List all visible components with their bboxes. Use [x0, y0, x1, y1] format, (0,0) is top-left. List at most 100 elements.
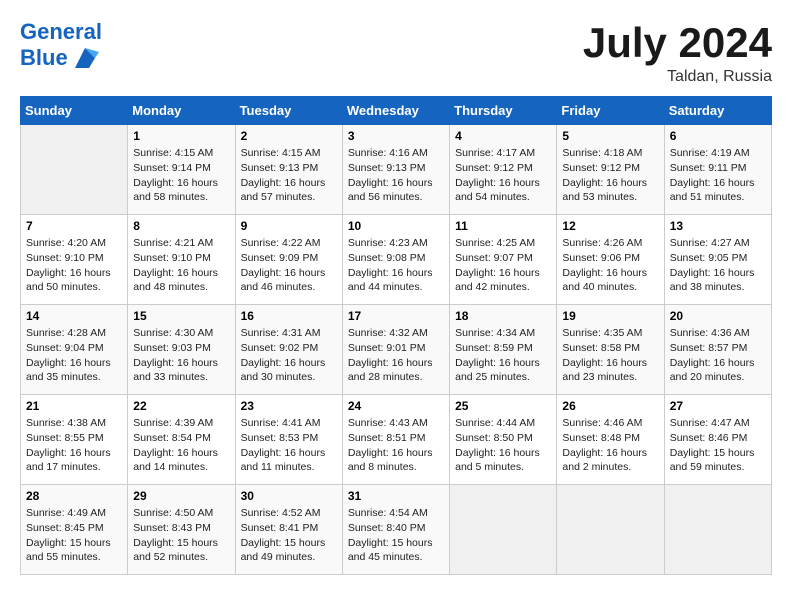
day-info: Sunrise: 4:44 AMSunset: 8:50 PMDaylight:…	[455, 416, 551, 475]
day-number: 1	[133, 129, 229, 143]
logo-general: General	[20, 19, 102, 44]
day-info: Sunrise: 4:15 AMSunset: 9:13 PMDaylight:…	[241, 146, 337, 205]
day-number: 21	[26, 399, 122, 413]
day-info: Sunrise: 4:47 AMSunset: 8:46 PMDaylight:…	[670, 416, 766, 475]
month-title: July 2024	[583, 20, 772, 66]
day-info: Sunrise: 4:20 AMSunset: 9:10 PMDaylight:…	[26, 236, 122, 295]
day-cell: 2 Sunrise: 4:15 AMSunset: 9:13 PMDaylight…	[235, 125, 342, 215]
day-cell: 12 Sunrise: 4:26 AMSunset: 9:06 PMDayligh…	[557, 215, 664, 305]
day-cell: 27 Sunrise: 4:47 AMSunset: 8:46 PMDayligh…	[664, 395, 771, 485]
day-cell: 17 Sunrise: 4:32 AMSunset: 9:01 PMDayligh…	[342, 305, 449, 395]
day-info: Sunrise: 4:34 AMSunset: 8:59 PMDaylight:…	[455, 326, 551, 385]
day-cell: 30 Sunrise: 4:52 AMSunset: 8:41 PMDayligh…	[235, 485, 342, 575]
day-number: 19	[562, 309, 658, 323]
day-info: Sunrise: 4:32 AMSunset: 9:01 PMDaylight:…	[348, 326, 444, 385]
day-cell: 20Sunrise: 4:36 AMSunset: 8:57 PMDayligh…	[664, 305, 771, 395]
day-number: 2	[241, 129, 337, 143]
logo: General Blue	[20, 20, 102, 72]
day-info: Sunrise: 4:17 AMSunset: 9:12 PMDaylight:…	[455, 146, 551, 205]
logo-blue: Blue	[20, 46, 68, 70]
day-header-wednesday: Wednesday	[342, 97, 449, 125]
day-number: 8	[133, 219, 229, 233]
day-info: Sunrise: 4:39 AMSunset: 8:54 PMDaylight:…	[133, 416, 229, 475]
day-number: 25	[455, 399, 551, 413]
day-cell	[21, 125, 128, 215]
day-number: 17	[348, 309, 444, 323]
day-header-saturday: Saturday	[664, 97, 771, 125]
day-info: Sunrise: 4:50 AMSunset: 8:43 PMDaylight:…	[133, 506, 229, 565]
day-info: Sunrise: 4:21 AMSunset: 9:10 PMDaylight:…	[133, 236, 229, 295]
day-info: Sunrise: 4:22 AMSunset: 9:09 PMDaylight:…	[241, 236, 337, 295]
day-info: Sunrise: 4:15 AMSunset: 9:14 PMDaylight:…	[133, 146, 229, 205]
day-cell: 28Sunrise: 4:49 AMSunset: 8:45 PMDayligh…	[21, 485, 128, 575]
day-number: 13	[670, 219, 766, 233]
day-cell: 23 Sunrise: 4:41 AMSunset: 8:53 PMDayligh…	[235, 395, 342, 485]
day-cell: 19 Sunrise: 4:35 AMSunset: 8:58 PMDayligh…	[557, 305, 664, 395]
day-info: Sunrise: 4:27 AMSunset: 9:05 PMDaylight:…	[670, 236, 766, 295]
day-number: 28	[26, 489, 122, 503]
page-header: General Blue July 2024 Taldan, Russia	[20, 20, 772, 86]
week-row-2: 7Sunrise: 4:20 AMSunset: 9:10 PMDaylight…	[21, 215, 772, 305]
day-cell: 14Sunrise: 4:28 AMSunset: 9:04 PMDayligh…	[21, 305, 128, 395]
week-row-1: 1 Sunrise: 4:15 AMSunset: 9:14 PMDaylight…	[21, 125, 772, 215]
day-cell: 25 Sunrise: 4:44 AMSunset: 8:50 PMDayligh…	[450, 395, 557, 485]
week-row-5: 28Sunrise: 4:49 AMSunset: 8:45 PMDayligh…	[21, 485, 772, 575]
day-number: 14	[26, 309, 122, 323]
day-cell: 26 Sunrise: 4:46 AMSunset: 8:48 PMDayligh…	[557, 395, 664, 485]
day-cell	[557, 485, 664, 575]
day-cell: 3Sunrise: 4:16 AMSunset: 9:13 PMDaylight…	[342, 125, 449, 215]
day-number: 11	[455, 219, 551, 233]
day-number: 31	[348, 489, 444, 503]
day-cell: 7Sunrise: 4:20 AMSunset: 9:10 PMDaylight…	[21, 215, 128, 305]
calendar-table: SundayMondayTuesdayWednesdayThursdayFrid…	[20, 96, 772, 575]
day-number: 23	[241, 399, 337, 413]
header-row: SundayMondayTuesdayWednesdayThursdayFrid…	[21, 97, 772, 125]
day-info: Sunrise: 4:52 AMSunset: 8:41 PMDaylight:…	[241, 506, 337, 565]
day-cell: 22 Sunrise: 4:39 AMSunset: 8:54 PMDayligh…	[128, 395, 235, 485]
day-cell: 31 Sunrise: 4:54 AMSunset: 8:40 PMDayligh…	[342, 485, 449, 575]
day-info: Sunrise: 4:38 AMSunset: 8:55 PMDaylight:…	[26, 416, 122, 475]
day-info: Sunrise: 4:35 AMSunset: 8:58 PMDaylight:…	[562, 326, 658, 385]
day-header-friday: Friday	[557, 97, 664, 125]
day-cell: 24Sunrise: 4:43 AMSunset: 8:51 PMDayligh…	[342, 395, 449, 485]
day-cell: 13 Sunrise: 4:27 AMSunset: 9:05 PMDayligh…	[664, 215, 771, 305]
day-cell: 29 Sunrise: 4:50 AMSunset: 8:43 PMDayligh…	[128, 485, 235, 575]
day-header-sunday: Sunday	[21, 97, 128, 125]
day-info: Sunrise: 4:54 AMSunset: 8:40 PMDaylight:…	[348, 506, 444, 565]
day-info: Sunrise: 4:46 AMSunset: 8:48 PMDaylight:…	[562, 416, 658, 475]
location: Taldan, Russia	[583, 68, 772, 86]
day-cell: 1 Sunrise: 4:15 AMSunset: 9:14 PMDaylight…	[128, 125, 235, 215]
day-cell: 5Sunrise: 4:18 AMSunset: 9:12 PMDaylight…	[557, 125, 664, 215]
day-info: Sunrise: 4:19 AMSunset: 9:11 PMDaylight:…	[670, 146, 766, 205]
day-cell: 8 Sunrise: 4:21 AMSunset: 9:10 PMDaylight…	[128, 215, 235, 305]
day-cell: 15Sunrise: 4:30 AMSunset: 9:03 PMDayligh…	[128, 305, 235, 395]
day-info: Sunrise: 4:26 AMSunset: 9:06 PMDaylight:…	[562, 236, 658, 295]
day-number: 26	[562, 399, 658, 413]
day-number: 12	[562, 219, 658, 233]
day-header-thursday: Thursday	[450, 97, 557, 125]
day-cell: 4Sunrise: 4:17 AMSunset: 9:12 PMDaylight…	[450, 125, 557, 215]
day-cell	[450, 485, 557, 575]
day-number: 6	[670, 129, 766, 143]
day-info: Sunrise: 4:43 AMSunset: 8:51 PMDaylight:…	[348, 416, 444, 475]
day-cell: 9 Sunrise: 4:22 AMSunset: 9:09 PMDaylight…	[235, 215, 342, 305]
day-number: 22	[133, 399, 229, 413]
day-number: 29	[133, 489, 229, 503]
logo-icon	[71, 44, 99, 72]
day-cell: 16 Sunrise: 4:31 AMSunset: 9:02 PMDayligh…	[235, 305, 342, 395]
day-number: 3	[348, 129, 444, 143]
day-info: Sunrise: 4:30 AMSunset: 9:03 PMDaylight:…	[133, 326, 229, 385]
day-number: 16	[241, 309, 337, 323]
day-info: Sunrise: 4:41 AMSunset: 8:53 PMDaylight:…	[241, 416, 337, 475]
day-number: 30	[241, 489, 337, 503]
week-row-3: 14Sunrise: 4:28 AMSunset: 9:04 PMDayligh…	[21, 305, 772, 395]
day-info: Sunrise: 4:25 AMSunset: 9:07 PMDaylight:…	[455, 236, 551, 295]
day-cell: 21 Sunrise: 4:38 AMSunset: 8:55 PMDayligh…	[21, 395, 128, 485]
day-number: 27	[670, 399, 766, 413]
day-info: Sunrise: 4:18 AMSunset: 9:12 PMDaylight:…	[562, 146, 658, 205]
day-number: 9	[241, 219, 337, 233]
week-row-4: 21 Sunrise: 4:38 AMSunset: 8:55 PMDayligh…	[21, 395, 772, 485]
day-number: 10	[348, 219, 444, 233]
day-cell: 18Sunrise: 4:34 AMSunset: 8:59 PMDayligh…	[450, 305, 557, 395]
day-info: Sunrise: 4:31 AMSunset: 9:02 PMDaylight:…	[241, 326, 337, 385]
